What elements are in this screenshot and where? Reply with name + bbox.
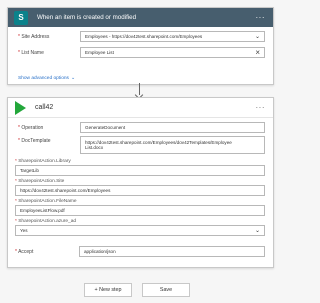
chevron-down-icon[interactable]: ⌄ — [255, 33, 260, 40]
accept-label: * Accept — [15, 248, 34, 255]
play-icon — [15, 100, 26, 115]
doctemplate-row: * DocTemplate https://dov42test.sharepoi… — [18, 136, 265, 154]
save-button[interactable]: Save — [142, 283, 190, 297]
action-card: call42 ··· * Operation GenerateDocument … — [7, 97, 274, 268]
azure-ad-label: * SharepointAction.azure_ad — [15, 219, 77, 224]
site-address-row: * Site Address Employees - https://dov42… — [18, 31, 265, 42]
doctemplate-field[interactable]: https://dov42test.sharepoint.com/Employe… — [80, 136, 265, 154]
trigger-card: S When an item is created or modified ··… — [7, 7, 274, 85]
list-name-label: * List Name — [18, 49, 44, 56]
close-icon[interactable]: × — [255, 48, 260, 57]
site-label: * SharepointAction.Site — [15, 179, 65, 184]
new-step-button[interactable]: + New step — [84, 283, 132, 297]
site-field[interactable]: https://dov42test.sharepoint.com/Employe… — [15, 185, 265, 196]
site-group: * SharepointAction.Site https://dov42tes… — [15, 179, 265, 196]
list-name-row: * List Name Employee List × — [18, 47, 265, 58]
site-address-dropdown[interactable]: Employees - https://dov42test.sharepoint… — [80, 31, 265, 42]
accept-row: * Accept application/json — [15, 246, 265, 257]
operation-label: * Operation — [18, 124, 44, 131]
action-header[interactable]: call42 ··· — [8, 98, 273, 118]
filename-field[interactable]: EmployeeListFlow.pdf — [15, 205, 265, 216]
site-address-label: * Site Address — [18, 33, 50, 40]
list-name-field[interactable]: Employee List × — [80, 47, 265, 58]
chevron-down-icon[interactable]: ⌄ — [255, 227, 260, 234]
chevron-down-icon: ⌄ — [70, 75, 76, 81]
azure-ad-dropdown[interactable]: Yes ⌄ — [15, 225, 265, 236]
arrow-down-icon — [134, 83, 145, 100]
accept-field[interactable]: application/json — [79, 246, 265, 257]
operation-field[interactable]: GenerateDocument — [80, 122, 265, 133]
library-label: * SharepointAction.Library — [15, 159, 71, 164]
filename-group: * SharepointAction.FileName EmployeeList… — [15, 199, 265, 216]
library-field[interactable]: TargetLib — [15, 165, 265, 176]
operation-row: * Operation GenerateDocument — [18, 122, 265, 133]
more-options-icon[interactable]: ··· — [256, 13, 266, 21]
doctemplate-label: * DocTemplate — [18, 138, 51, 144]
library-group: * SharepointAction.Library TargetLib — [15, 159, 265, 176]
sharepoint-icon: S — [14, 10, 28, 25]
action-title: call42 — [35, 104, 54, 111]
show-advanced-options-link[interactable]: Show advanced options ⌄ — [18, 75, 75, 81]
azure-ad-group: * SharepointAction.azure_ad Yes ⌄ — [15, 219, 265, 236]
filename-label: * SharepointAction.FileName — [15, 199, 77, 204]
more-options-icon[interactable]: ··· — [256, 103, 266, 111]
trigger-header[interactable]: S When an item is created or modified ··… — [8, 8, 273, 27]
trigger-title: When an item is created or modified — [37, 14, 137, 21]
